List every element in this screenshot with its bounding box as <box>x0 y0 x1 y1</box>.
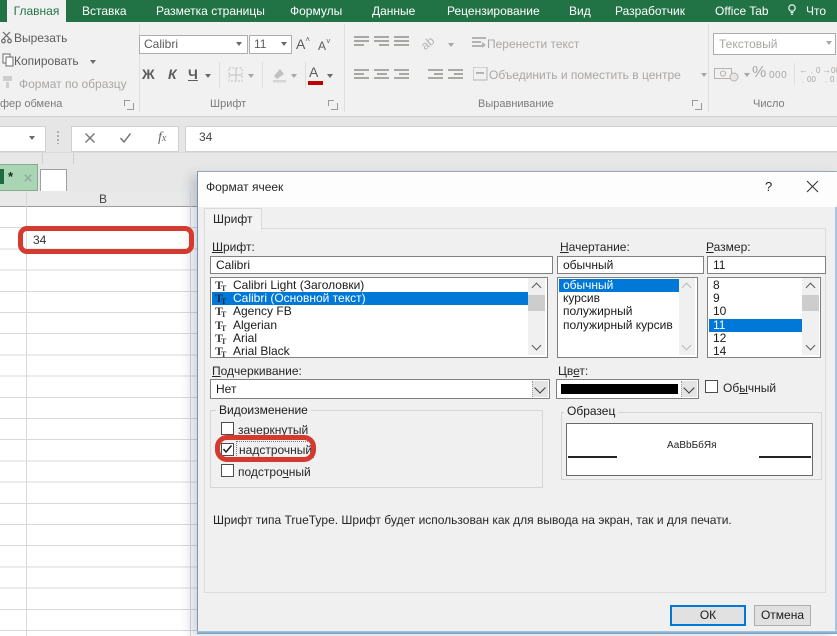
svg-text:ab: ab <box>421 35 438 51</box>
